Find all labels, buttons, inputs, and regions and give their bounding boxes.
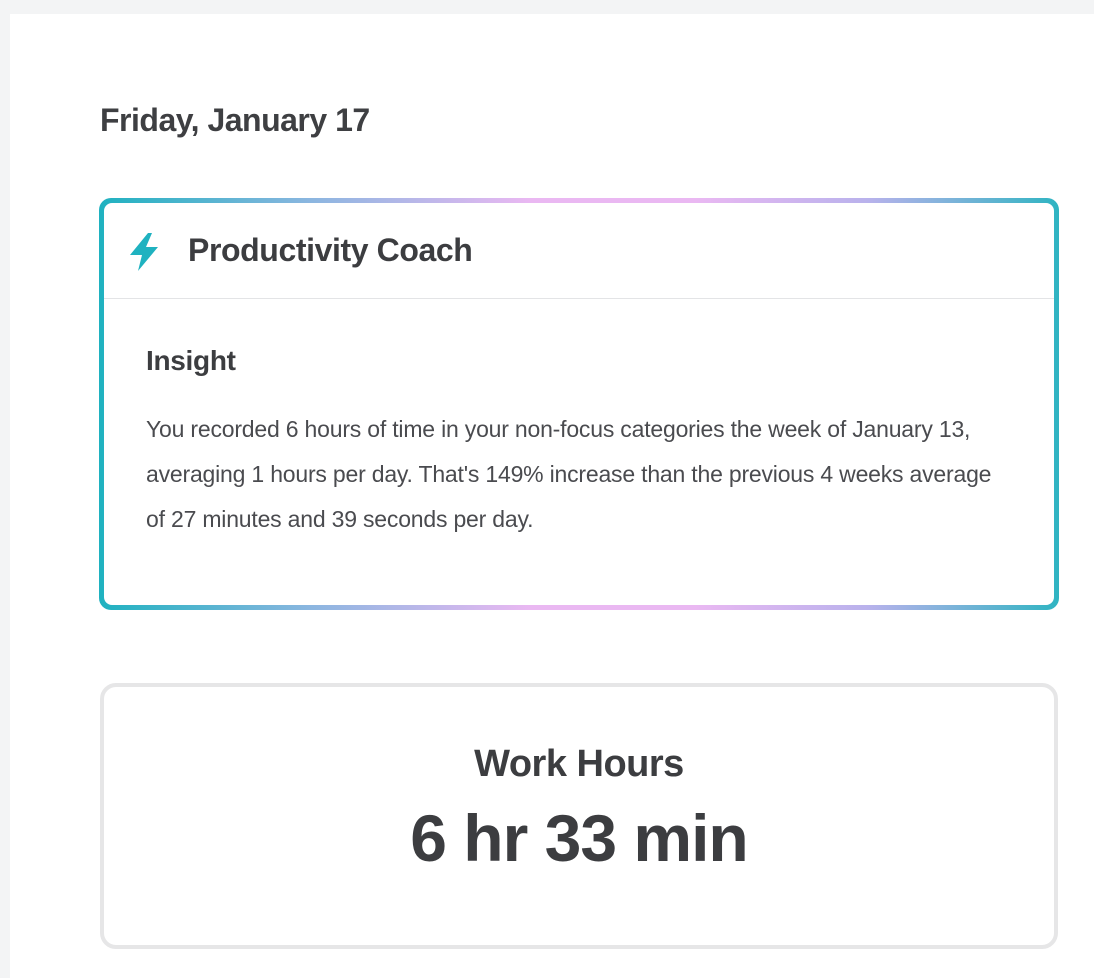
productivity-coach-header: Productivity Coach — [104, 203, 1054, 299]
productivity-coach-card: Productivity Coach Insight You recorded … — [99, 198, 1059, 610]
productivity-coach-title: Productivity Coach — [188, 232, 473, 268]
work-hours-value: 6 hr 33 min — [410, 801, 748, 875]
insight-section: Insight You recorded 6 hours of time in … — [104, 299, 1054, 542]
insight-title: Insight — [146, 345, 236, 376]
productivity-coach-card-inner: Productivity Coach Insight You recorded … — [104, 203, 1054, 605]
work-hours-label: Work Hours — [474, 743, 684, 785]
work-hours-card: Work Hours 6 hr 33 min — [100, 683, 1058, 949]
lightning-bolt-icon — [124, 231, 166, 273]
insight-text: You recorded 6 hours of time in your non… — [146, 416, 992, 532]
date-heading: Friday, January 17 — [100, 102, 370, 138]
main-panel: Friday, January 17 Productivity Coach In… — [10, 14, 1094, 978]
